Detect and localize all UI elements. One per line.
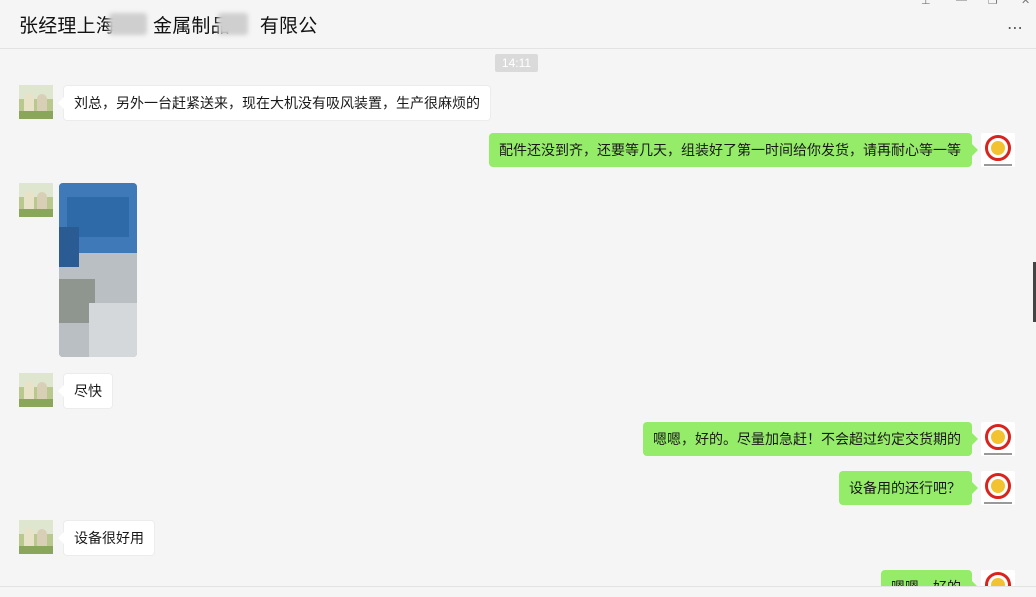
chat-title: 张经理上海 金属制品 有限公 [19, 16, 318, 37]
pin-icon[interactable]: ⊥ [921, 0, 931, 7]
message-timestamp: 14:11 [495, 54, 538, 72]
contact-avatar[interactable] [19, 520, 53, 554]
close-icon[interactable]: ✕ [1021, 0, 1030, 7]
message-bubble-received[interactable]: 设备很好用 [58, 520, 155, 556]
more-icon[interactable]: ⋯ [1007, 18, 1024, 38]
message-clip: 嗯嗯，好的 [0, 560, 1036, 586]
self-avatar[interactable] [981, 133, 1015, 167]
redacted-text [109, 13, 147, 35]
self-avatar[interactable] [981, 570, 1015, 586]
image-message-machine-photo[interactable] [59, 183, 137, 357]
redacted-text [218, 13, 248, 35]
message-bubble-sent[interactable]: 嗯嗯，好的。尽量加急赶！不会超过约定交货期的 [643, 422, 978, 456]
message-bubble-sent[interactable]: 设备用的还行吧？ [839, 471, 978, 505]
message-bubble-received[interactable]: 尽快 [58, 373, 113, 409]
contact-avatar[interactable] [19, 373, 53, 407]
message-bubble-sent[interactable]: 配件还没到齐，还要等几天，组装好了第一时间给你发货，请再耐心等一等 [489, 133, 978, 167]
divider [0, 586, 1036, 587]
self-avatar[interactable] [981, 422, 1015, 456]
message-bubble-received[interactable]: 刘总，另外一台赶紧送来，现在大机没有吸风装置，生产很麻烦的 [58, 85, 491, 121]
self-avatar[interactable] [981, 471, 1015, 505]
contact-avatar[interactable] [19, 183, 53, 217]
message-bubble-sent[interactable]: 嗯嗯，好的 [881, 570, 978, 586]
contact-avatar[interactable] [19, 85, 53, 119]
minimize-icon[interactable]: — [956, 0, 967, 6]
maximize-icon[interactable]: ❐ [988, 0, 998, 7]
chat-header: 张经理上海 金属制品 有限公 ⊥ — ❐ ✕ ⋯ [0, 0, 1036, 49]
